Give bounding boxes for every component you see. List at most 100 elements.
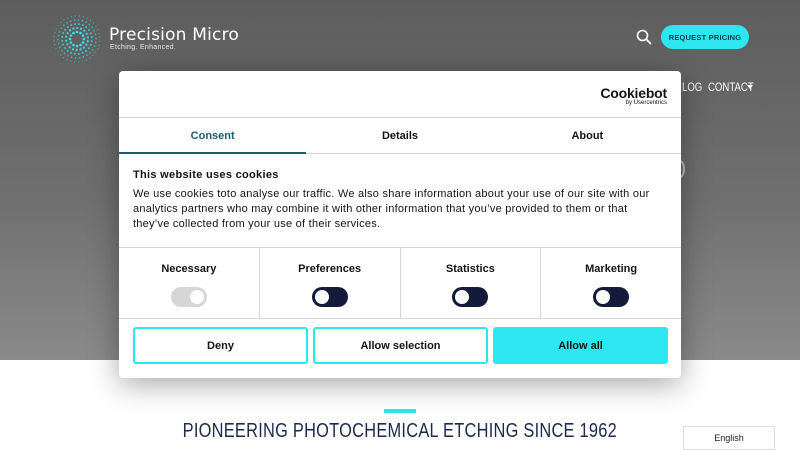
logo-dot	[82, 46, 85, 49]
logo-dot	[75, 30, 79, 34]
logo-dot	[74, 23, 77, 26]
statistics-toggle[interactable]	[452, 287, 489, 307]
category-label: Preferences	[298, 263, 362, 275]
logo-dot	[64, 28, 67, 31]
logo-dot	[55, 47, 57, 50]
category-label: Marketing	[585, 263, 638, 275]
logo-dot	[85, 21, 87, 24]
logo-dot	[72, 27, 75, 30]
preferences-toggle[interactable]	[311, 287, 348, 307]
logo-dot	[86, 17, 88, 19]
cookiebot-name: Cookiebot	[600, 85, 667, 101]
logo-dot	[92, 22, 95, 24]
logo-dot	[70, 56, 73, 59]
logo-dot	[62, 56, 65, 59]
brand-name[interactable]: Precision Micro	[109, 25, 239, 45]
consent-content: This website uses cookies We use cookies…	[133, 169, 663, 232]
necessary-toggle	[170, 287, 207, 307]
logo-dot	[95, 25, 97, 27]
logo-dot	[97, 48, 99, 50]
logo-dot	[54, 32, 56, 34]
logo-dot	[81, 24, 84, 27]
logo-dot	[73, 19, 76, 22]
logo-dot	[54, 43, 56, 46]
caret-down-icon[interactable]	[747, 85, 753, 89]
logo-dot	[72, 43, 75, 47]
logo-dot	[66, 32, 69, 35]
logo-dot	[63, 52, 66, 55]
logo-dot	[77, 19, 80, 21]
logo-dot	[79, 48, 82, 51]
logo-dot	[53, 39, 55, 42]
logo-dot	[98, 32, 100, 35]
logo-dot	[88, 23, 91, 26]
logo-dot	[59, 54, 62, 56]
logo-dot	[66, 26, 69, 29]
logo-dot	[87, 28, 90, 31]
logo-dot	[85, 59, 88, 61]
logo-dot	[78, 56, 81, 59]
logo-dot	[89, 51, 91, 54]
logo-dot	[70, 16, 73, 18]
logo-dot	[72, 31, 75, 35]
logo-dot	[66, 43, 69, 46]
marketing-toggle[interactable]	[593, 287, 630, 307]
language-selector[interactable]: English	[683, 426, 775, 450]
logo-dot	[66, 59, 68, 61]
logo-dot	[94, 41, 97, 44]
logo-dot	[57, 38, 59, 41]
logo-dot	[69, 41, 73, 44]
logo-dot	[81, 34, 85, 37]
logo-dot	[79, 31, 82, 35]
logo-dot	[69, 29, 72, 32]
logo-dot	[69, 34, 73, 37]
logo-dot	[97, 28, 99, 31]
deny-button[interactable]: Deny	[133, 327, 308, 364]
tab-consent[interactable]: Consent	[119, 118, 307, 154]
logo-dot	[89, 57, 91, 59]
logo-dot	[81, 51, 84, 54]
tab-details[interactable]: Details	[306, 118, 493, 153]
logo-dot	[71, 48, 75, 51]
cookiebot-logo[interactable]: Cookiebot by Usercentrics	[600, 85, 667, 106]
logo-dot	[69, 20, 72, 22]
logo-dot	[91, 26, 93, 29]
logo-dot	[83, 29, 86, 32]
toggle-knob	[455, 290, 470, 304]
allow-selection-button[interactable]: Allow selection	[313, 327, 488, 364]
search-icon[interactable]	[636, 29, 652, 45]
logo-dot	[62, 32, 65, 35]
category-statistics: Statistics	[401, 248, 542, 318]
logo-dot	[81, 41, 85, 44]
logo-dot	[65, 35, 68, 38]
logo-dot	[75, 48, 78, 52]
logo-dot	[90, 36, 93, 39]
logo-dot	[75, 44, 79, 48]
allow-all-button[interactable]: Allow all	[493, 327, 668, 364]
logo-dot	[81, 19, 84, 22]
logo-dot	[77, 61, 80, 63]
consent-body: We use cookies toto analyse our traffic.…	[133, 188, 650, 230]
page-headline: PIONEERING PHOTOCHEMICAL ETCHING SINCE 1…	[0, 420, 800, 443]
logo-dot	[93, 45, 96, 48]
logo-dot	[76, 26, 79, 30]
logo-dot	[74, 15, 77, 17]
category-label: Necessary	[161, 263, 217, 275]
logo-dot	[92, 54, 94, 57]
nav-item-partial[interactable]: LOG	[682, 80, 702, 94]
headline-text: PIONEERING PHOTOCHEMICAL ETCHING SINCE 1…	[182, 420, 618, 442]
category-necessary: Necessary	[119, 248, 260, 318]
logo-dot	[86, 54, 88, 57]
cookie-category-toggles: Necessary Preferences Statistics Marketi…	[119, 247, 681, 319]
tab-about[interactable]: About	[494, 118, 681, 153]
radial-burst-logo-icon[interactable]	[52, 14, 102, 64]
logo-dot	[55, 28, 57, 30]
logo-dot	[90, 40, 93, 43]
logo-dot	[58, 30, 61, 33]
category-label: Statistics	[445, 263, 495, 275]
logo-dot	[91, 48, 94, 51]
logo-dot	[77, 52, 80, 55]
request-pricing-button[interactable]: REQUEST PRICING	[661, 25, 749, 49]
logo-dot	[85, 32, 88, 35]
logo-dot	[61, 39, 64, 42]
